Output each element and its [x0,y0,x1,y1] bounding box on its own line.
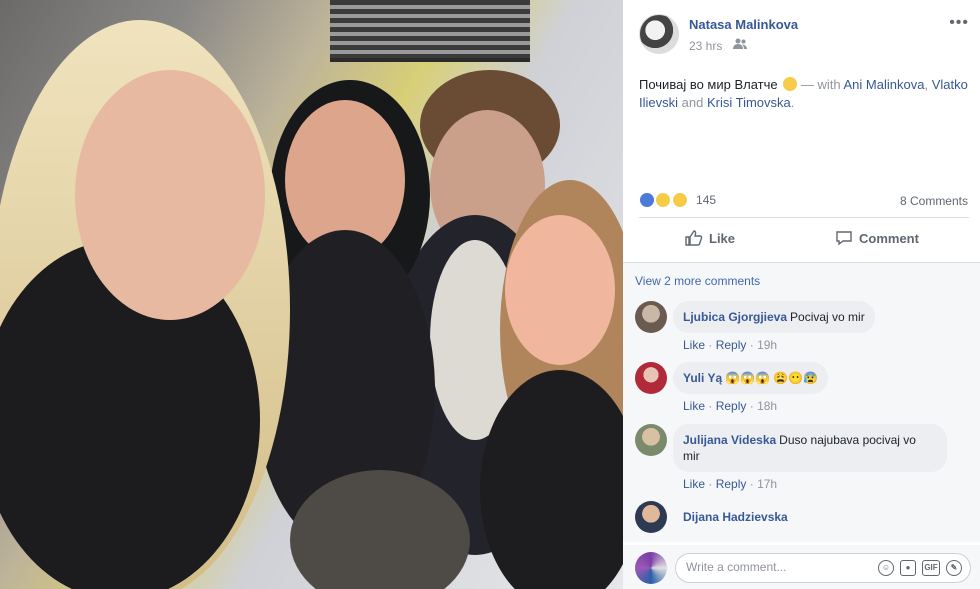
comment-input[interactable] [686,560,866,574]
meta-dot: · [749,399,754,413]
friends-icon[interactable] [733,38,747,53]
meta-dot: · [749,477,754,491]
sad-reaction-icon [655,192,672,208]
author-avatar[interactable] [639,14,679,54]
comment-bubble: Ljubica Gjorgjieva Pocivaj vo mir [673,301,875,333]
comment-meta: Like · Reply · 17h [683,477,777,491]
commenter-name[interactable]: Julijana Videska [683,433,776,447]
divider [639,217,969,218]
camera-icon[interactable]: ● [900,560,916,576]
sad-emoji-icon [783,77,798,91]
comment-like-link[interactable]: Like [683,477,705,491]
meta-dot: · [708,399,713,413]
person-shape [75,70,265,320]
post-photo[interactable] [0,0,623,589]
tag-period: . [790,95,795,110]
comment-icon [836,231,852,246]
ceiling-vent [330,0,530,62]
comment-time[interactable]: 17h [757,477,777,491]
comments-count[interactable]: 8 Comments [900,194,968,208]
comment-item: Julijana Videska Duso najubava pocivaj vo… [635,424,965,491]
current-user-avatar[interactable] [635,552,667,584]
comment-reply-link[interactable]: Reply [716,477,747,491]
tag-and: and [681,95,704,110]
comment-time[interactable]: 18h [757,399,777,413]
view-more-comments-link[interactable]: View 2 more comments [635,274,760,288]
like-label: Like [709,231,736,246]
comment-item: Dijana Hadzievska [635,501,965,541]
meta-dot: · [749,338,754,352]
comment-meta: Like · Reply · 18h [683,399,777,413]
person-shape [505,215,615,365]
commenter-avatar[interactable] [635,362,667,394]
meta-dot: · [708,338,713,352]
comment-text: 😱😱😱 😩😶😰 [725,371,819,385]
meta-dot: · [708,477,713,491]
composer-tools: ☺ ● GIF ✎ [878,560,962,576]
like-button[interactable]: Like [685,230,735,246]
comments-section: View 2 more comments Ljubica Gjorgjieva P… [623,262,980,542]
post-panel: Natasa Malinkova 23 hrs ••• Почивај во м… [623,0,980,589]
comment-bubble: Yuli Yą 😱😱😱 😩😶😰 [673,362,829,394]
with-text: — with [800,77,841,92]
thumbs-up-icon [685,230,703,246]
more-options-icon[interactable]: ••• [949,14,969,32]
comment-time[interactable]: 19h [757,338,777,352]
commenter-name[interactable]: Dijana Hadzievska [683,510,788,524]
reactions-summary[interactable]: 145 [639,192,716,210]
reaction-count[interactable]: 145 [696,193,716,207]
comment-reply-link[interactable]: Reply [716,399,747,413]
tag-krisi[interactable]: Krisi Timovska [707,95,791,110]
commenter-name[interactable]: Yuli Yą [683,371,722,385]
commenter-avatar[interactable] [635,301,667,333]
tag-separator: , [924,77,929,92]
post-header: Natasa Malinkova 23 hrs ••• [639,14,969,58]
tag-ani[interactable]: Ani Malinkova [844,77,925,92]
post-text: Почивај во мир Влатче — with Ani Malinko… [639,76,969,112]
comment-like-link[interactable]: Like [683,338,705,352]
comment-item: Ljubica Gjorgjieva Pocivaj vo mir Like · … [635,301,965,352]
comment-input-box[interactable]: ☺ ● GIF ✎ [675,553,971,583]
comment-text-cont: mir [683,449,700,463]
action-bar: Like Comment [639,222,969,258]
comment-reply-link[interactable]: Reply [716,338,747,352]
comment-label: Comment [859,231,919,246]
commenter-avatar[interactable] [635,424,667,456]
commenter-avatar[interactable] [635,501,667,533]
emoji-icon[interactable]: ☺ [878,560,894,576]
comment-button[interactable]: Comment [835,230,919,246]
author-name[interactable]: Natasa Malinkova [689,17,798,32]
post-time[interactable]: 23 hrs [689,39,722,53]
sticker-icon[interactable]: ✎ [946,560,962,576]
wow-reaction-icon [671,192,688,208]
comment-text: Pocivaj vo mir [790,310,865,324]
comment-meta: Like · Reply · 19h [683,338,777,352]
post-message: Почивај во мир Влатче [639,77,778,92]
comment-like-link[interactable]: Like [683,399,705,413]
comment-text: Duso najubava pocivaj vo [779,433,916,447]
like-reaction-icon [639,192,655,208]
comment-composer: ☺ ● GIF ✎ [623,545,980,589]
gif-icon[interactable]: GIF [922,560,940,576]
comment-item: Yuli Yą 😱😱😱 😩😶😰 Like · Reply · 18h [635,362,965,413]
commenter-name[interactable]: Ljubica Gjorgjieva [683,310,787,324]
comment-bubble: Julijana Videska Duso najubava pocivaj vo… [673,424,947,472]
